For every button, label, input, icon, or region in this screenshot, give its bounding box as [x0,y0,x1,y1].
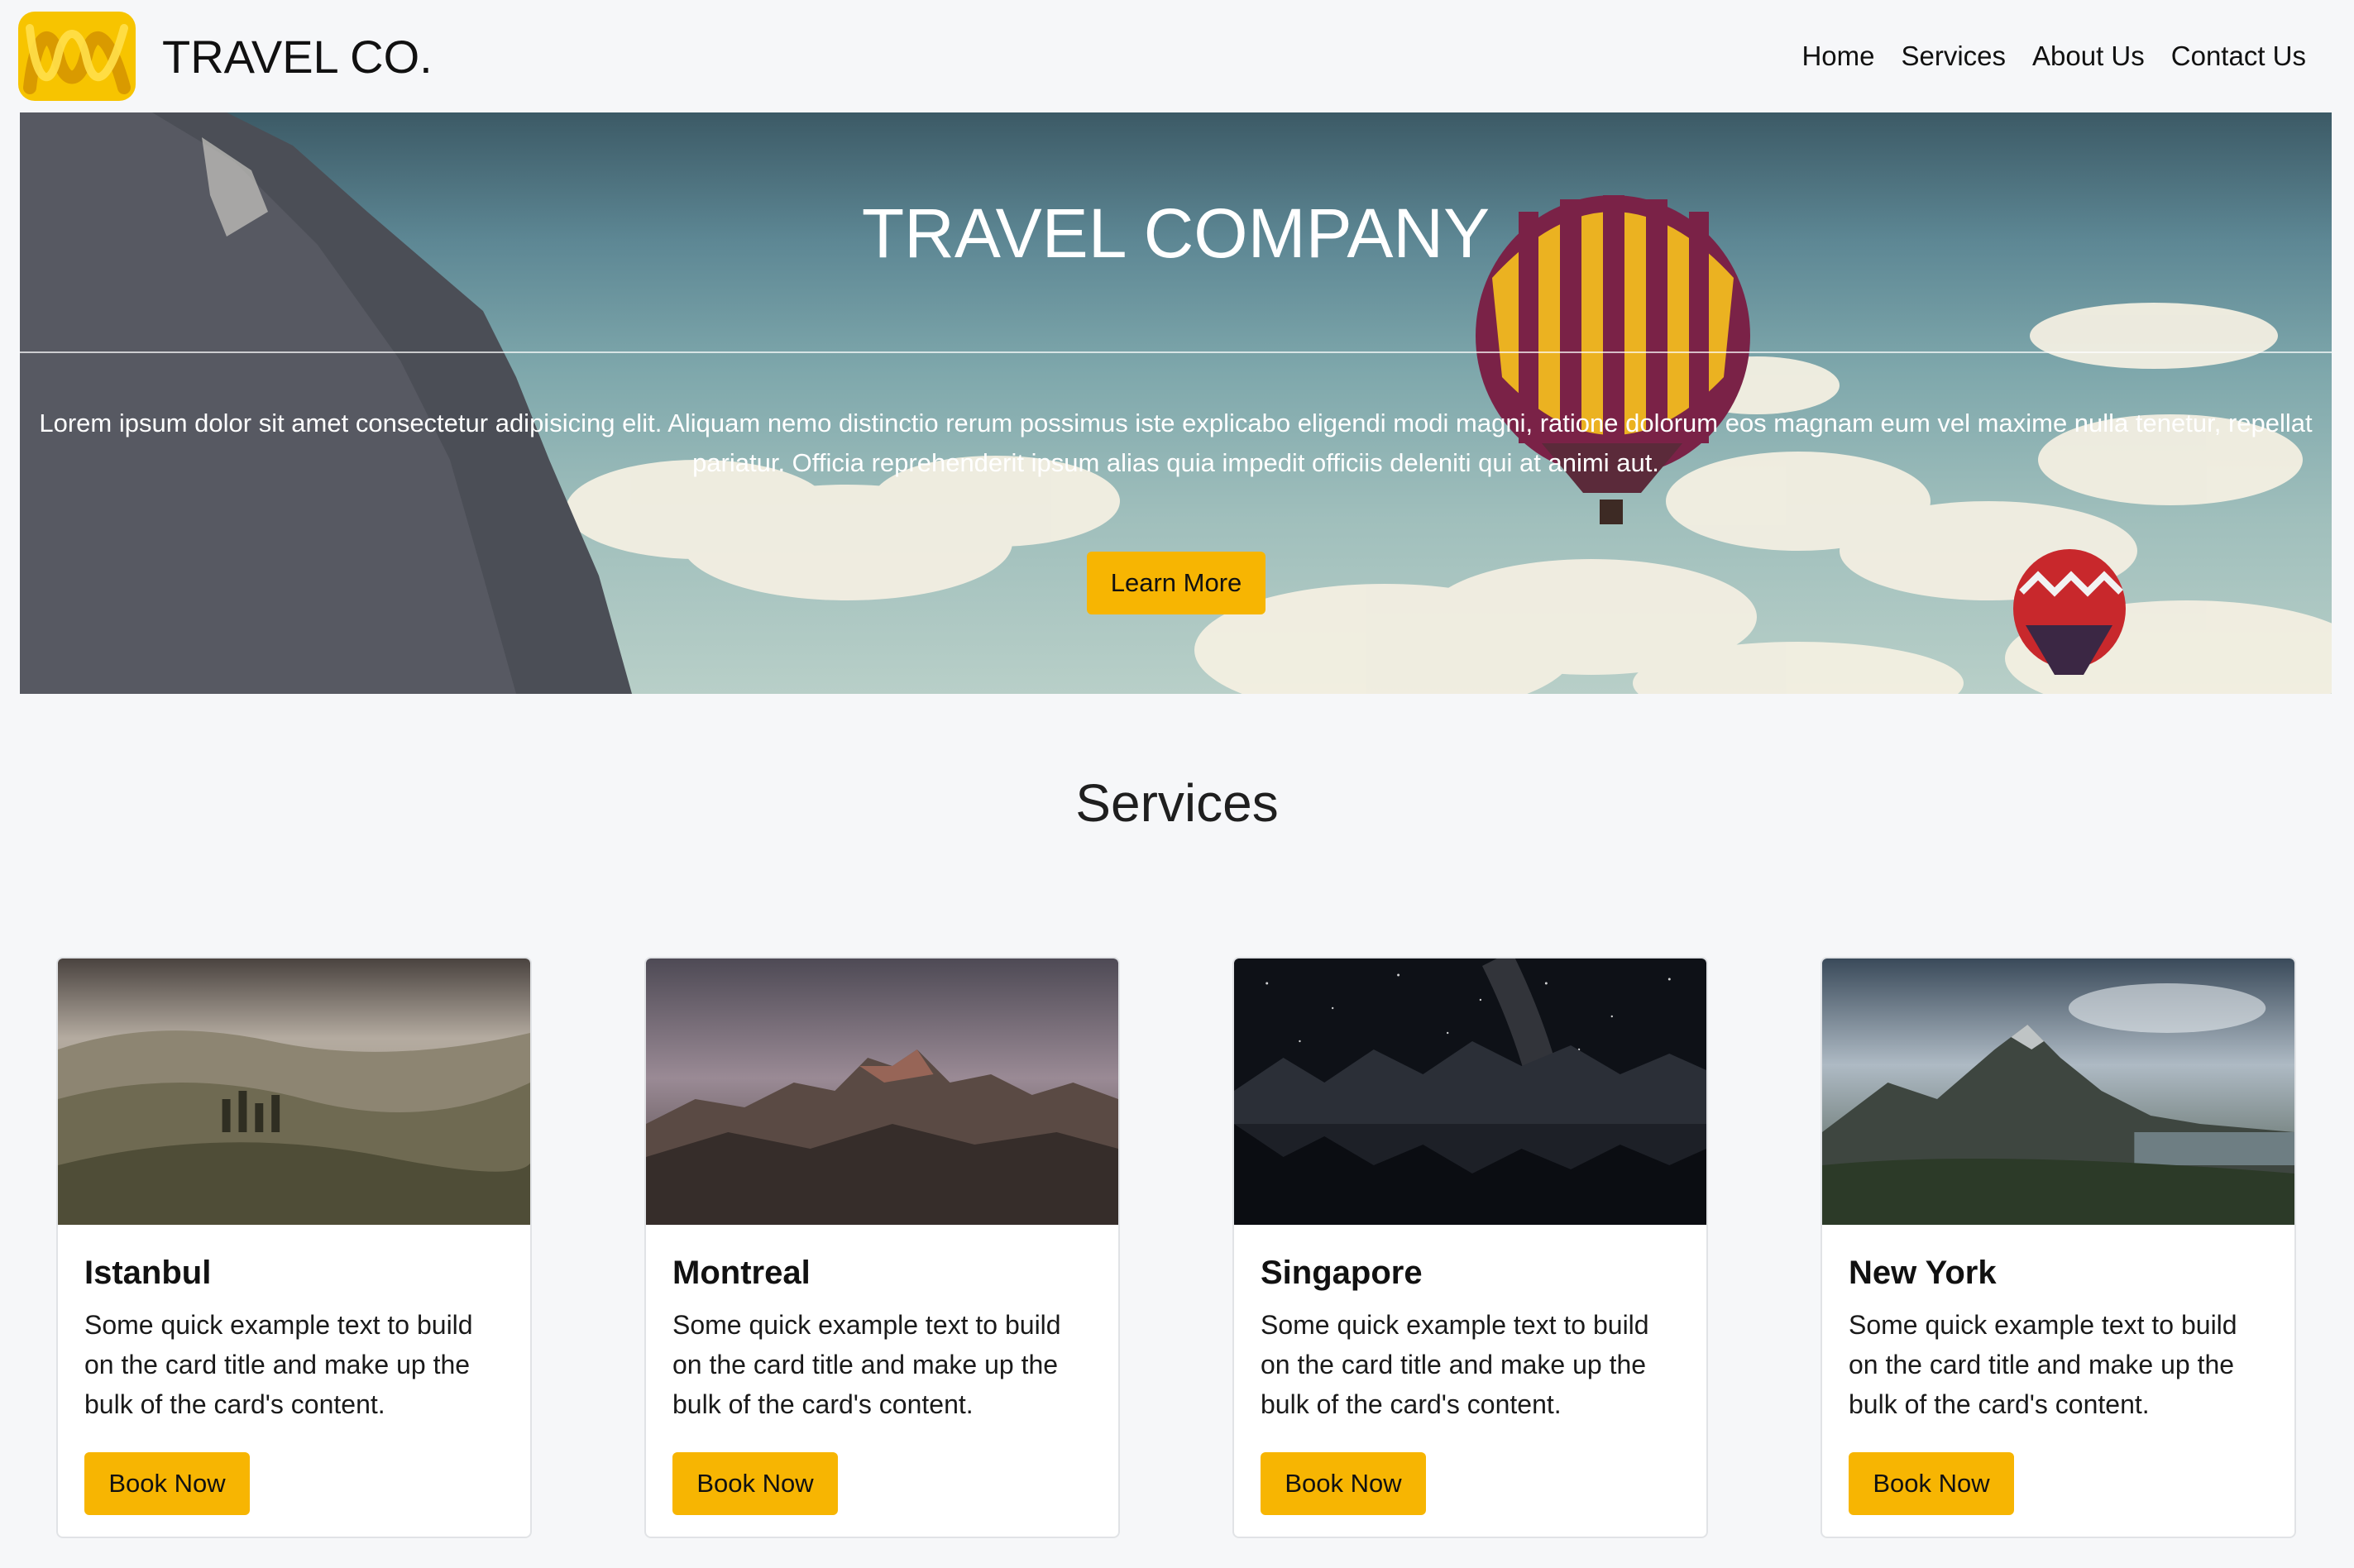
nav-link-contact-us[interactable]: Contact Us [2158,36,2319,76]
abc-ribbon-logo-icon [18,12,136,101]
book-now-button[interactable]: Book Now [84,1452,250,1515]
card-body: Montreal Some quick example text to buil… [646,1225,1118,1515]
brand[interactable]: TRAVEL CO. [18,12,433,101]
service-card-new-york: New York Some quick example text to buil… [1821,957,2296,1538]
card-image-new-york [1822,958,2294,1225]
card-title: Singapore [1261,1255,1423,1291]
hero-title: TRAVEL COMPANY [861,194,1490,272]
card-text: Some quick example text to build on the … [1849,1310,2237,1419]
book-now-button[interactable]: Book Now [1261,1452,1426,1515]
services-title: Services [1075,773,1279,833]
hero-description: Lorem ipsum dolor sit amet consectetur a… [39,409,2313,477]
hero-banner: TRAVEL COMPANY Lorem ipsum dolor sit ame… [20,112,2332,694]
card-title: Istanbul [84,1255,212,1291]
card-title: New York [1849,1255,1997,1291]
nav-links: Home Services About Us Contact Us [1788,36,2319,76]
card-text: Some quick example text to build on the … [1261,1310,1649,1419]
card-image-singapore [1234,958,1706,1225]
card-body: Singapore Some quick example text to bui… [1234,1225,1706,1515]
card-title: Montreal [672,1255,811,1291]
nav-link-home[interactable]: Home [1788,36,1888,76]
card-image-montreal [646,958,1118,1225]
card-body: New York Some quick example text to buil… [1822,1225,2294,1515]
card-image-istanbul [58,958,530,1225]
navbar: TRAVEL CO. Home Services About Us Contac… [0,0,2354,112]
service-card-montreal: Montreal Some quick example text to buil… [644,957,1120,1538]
card-body: Istanbul Some quick example text to buil… [58,1225,530,1515]
service-card-istanbul: Istanbul Some quick example text to buil… [56,957,532,1538]
card-text: Some quick example text to build on the … [672,1310,1061,1419]
book-now-button[interactable]: Book Now [1849,1452,2014,1515]
nav-link-about-us[interactable]: About Us [2019,36,2158,76]
brand-name: TRAVEL CO. [162,30,433,83]
card-text: Some quick example text to build on the … [84,1310,473,1419]
service-card-singapore: Singapore Some quick example text to bui… [1232,957,1708,1538]
learn-more-button[interactable]: Learn More [1087,552,1266,614]
hero-divider [20,351,2332,353]
nav-link-services[interactable]: Services [1888,36,2019,76]
book-now-button[interactable]: Book Now [672,1452,838,1515]
